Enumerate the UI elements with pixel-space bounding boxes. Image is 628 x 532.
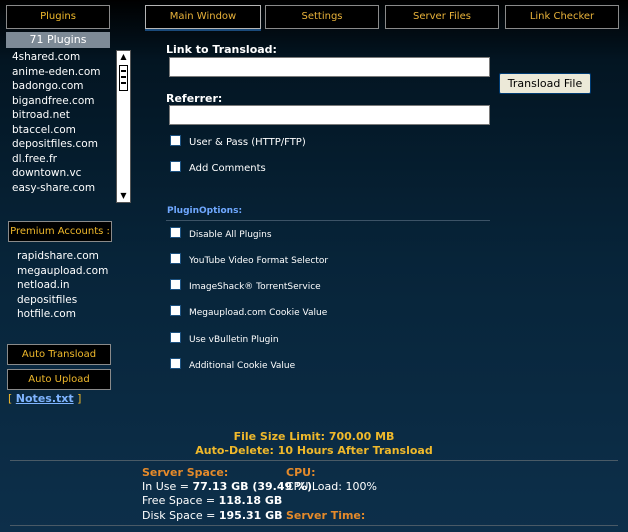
- premium-accounts-button[interactable]: Premium Accounts :: [8, 221, 112, 242]
- list-item[interactable]: bigandfree.com: [6, 94, 116, 109]
- accounts-list: rapidshare.com megaupload.com netload.in…: [17, 249, 108, 322]
- auto-delete-label: Auto-Delete:: [195, 444, 274, 457]
- option-label: ImageShack® TorrentService: [189, 282, 321, 292]
- user-pass-checkbox[interactable]: [170, 135, 181, 146]
- file-size-label: File Size Limit:: [233, 430, 325, 443]
- list-item[interactable]: 4shared.com: [6, 50, 116, 65]
- notes-link-wrapper: [ Notes.txt ]: [8, 392, 81, 405]
- option-label: Additional Cookie Value: [189, 361, 296, 371]
- free-space-label: Free Space =: [142, 494, 216, 507]
- disable-all-plugins-checkbox[interactable]: [170, 227, 181, 238]
- add-comments-label: Add Comments: [189, 163, 266, 174]
- add-comments-checkbox[interactable]: [170, 161, 181, 172]
- transload-button[interactable]: Transload File: [499, 73, 591, 94]
- youtube-format-checkbox[interactable]: [170, 253, 181, 264]
- active-tab-indicator: [145, 29, 261, 31]
- disk-space-label: Disk Space =: [142, 509, 216, 522]
- user-pass-label: User & Pass (HTTP/FTP): [189, 137, 306, 148]
- plugins-list[interactable]: 4shared.com anime-eden.com badongo.com b…: [6, 50, 116, 203]
- list-item[interactable]: bitroad.net: [6, 108, 116, 123]
- tab-link-checker[interactable]: Link Checker: [505, 5, 619, 29]
- server-space-title: Server Space:: [142, 466, 229, 479]
- plugins-count: 71 Plugins: [6, 32, 110, 48]
- divider: [10, 460, 618, 461]
- list-item[interactable]: downtown.vc: [6, 166, 116, 181]
- tab-main-window[interactable]: Main Window: [145, 5, 261, 29]
- option-label: Megaupload.com Cookie Value: [189, 308, 328, 318]
- auto-upload-button[interactable]: Auto Upload: [7, 369, 111, 390]
- tab-server-files[interactable]: Server Files: [385, 5, 499, 29]
- auto-delete: Auto-Delete: 10 Hours After Transload: [0, 444, 628, 457]
- list-item[interactable]: depositfiles.com: [6, 137, 116, 152]
- in-use-label: In Use =: [142, 480, 189, 493]
- notes-link[interactable]: Notes.txt: [16, 392, 74, 405]
- scroll-down-icon[interactable]: ▼: [119, 191, 128, 201]
- list-item[interactable]: anime-eden.com: [6, 65, 116, 80]
- additional-cookie-checkbox[interactable]: [170, 358, 181, 369]
- referrer-input[interactable]: [169, 105, 490, 125]
- list-item[interactable]: badongo.com: [6, 79, 116, 94]
- plugins-button[interactable]: Plugins: [6, 5, 110, 29]
- plugin-options-title: PluginOptions:: [167, 206, 243, 216]
- list-item[interactable]: btaccel.com: [6, 123, 116, 138]
- list-item: megaupload.com: [17, 264, 109, 277]
- link-input[interactable]: [169, 57, 490, 77]
- server-time-title: Server Time:: [286, 509, 366, 522]
- imageshack-checkbox[interactable]: [170, 279, 181, 290]
- auto-transload-button[interactable]: Auto Transload: [7, 344, 111, 365]
- bracket-close: ]: [77, 392, 82, 405]
- plugins-scrollbar[interactable]: ▲ ▼: [116, 50, 131, 203]
- scroll-up-icon[interactable]: ▲: [119, 52, 128, 62]
- link-label: Link to Transload:: [166, 43, 277, 56]
- cpu-title: CPU:: [286, 466, 316, 479]
- scroll-thumb[interactable]: [119, 65, 128, 91]
- list-item: depositfiles: [17, 293, 78, 306]
- disk-space-value: 195.31 GB: [218, 509, 283, 522]
- list-item: rapidshare.com: [17, 250, 99, 262]
- megaupload-cookie-checkbox[interactable]: [170, 305, 181, 316]
- divider: [10, 525, 618, 526]
- option-label: Disable All Plugins: [189, 230, 272, 240]
- list-item[interactable]: easy-share.com: [6, 181, 116, 196]
- option-label: YouTube Video Format Selector: [189, 256, 329, 266]
- divider: [166, 220, 490, 221]
- option-label: Use vBulletin Plugin: [189, 335, 279, 345]
- list-item: netload.in: [17, 279, 70, 291]
- vbulletin-checkbox[interactable]: [170, 332, 181, 343]
- tab-settings[interactable]: Settings: [265, 5, 379, 29]
- cpu-load: CPU Load: 100%: [286, 480, 377, 493]
- free-space-row: Free Space = 118.18 GB: [142, 494, 282, 507]
- free-space-value: 118.18 GB: [218, 494, 283, 507]
- file-size-limit: File Size Limit: 700.00 MB: [0, 430, 628, 443]
- auto-delete-value: 10 Hours After Transload: [277, 444, 433, 457]
- list-item[interactable]: dl.free.fr: [6, 152, 116, 167]
- referrer-label: Referrer:: [166, 92, 223, 105]
- file-size-value: 700.00 MB: [328, 430, 395, 443]
- disk-space-row: Disk Space = 195.31 GB: [142, 509, 283, 522]
- list-item: hotfile.com: [17, 308, 76, 320]
- bracket-open: [: [8, 392, 13, 405]
